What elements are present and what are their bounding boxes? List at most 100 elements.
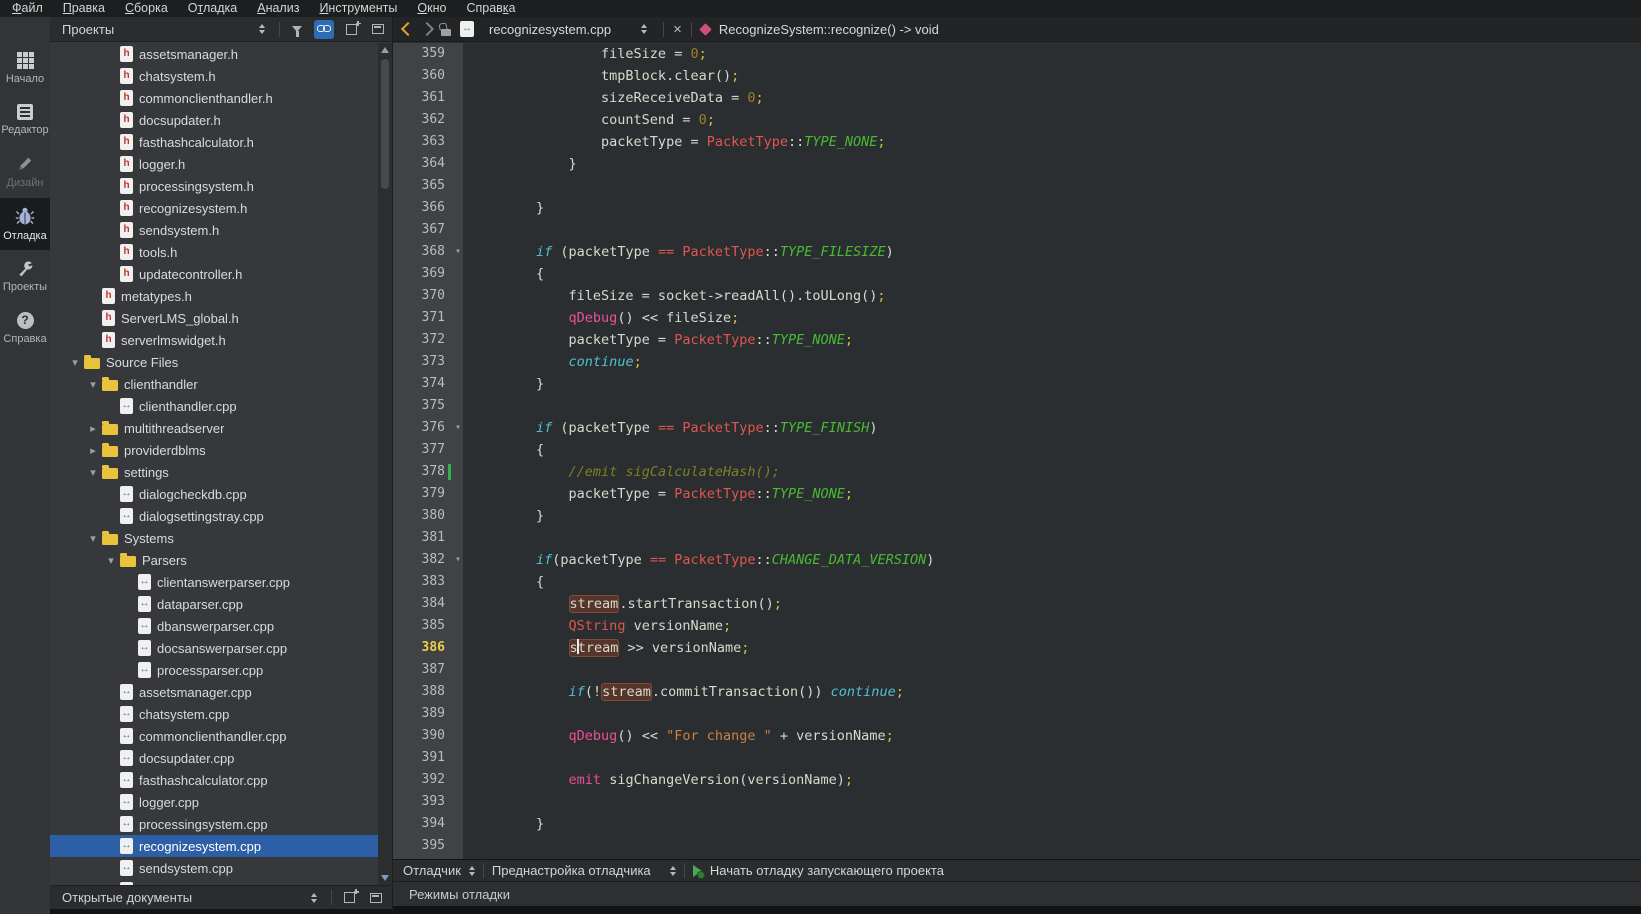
code-line[interactable]: 370 fileSize = socket->readAll().toULong…	[393, 285, 1641, 307]
tree-item[interactable]: hchatsystem.h	[50, 65, 378, 87]
line-number[interactable]: 381	[393, 527, 463, 549]
tree-item[interactable]: hcommonclienthandler.h	[50, 87, 378, 109]
line-number[interactable]: 368▾	[393, 241, 463, 263]
code-line[interactable]: 364 }	[393, 153, 1641, 175]
code-line[interactable]: 362 countSend = 0;	[393, 109, 1641, 131]
code-line[interactable]: 373 continue;	[393, 351, 1641, 373]
line-number[interactable]: 372	[393, 329, 463, 351]
code-line[interactable]: 383 {	[393, 571, 1641, 593]
tree-item[interactable]: ↔processparser.cpp	[50, 659, 378, 681]
line-number[interactable]: 386	[393, 637, 463, 659]
code-line[interactable]: 366 }	[393, 197, 1641, 219]
project-panel-title[interactable]: Проекты	[62, 22, 245, 37]
tree-scrollbar[interactable]	[378, 43, 392, 885]
menu-item[interactable]: Правка	[53, 0, 115, 17]
mode-edit[interactable]: Редактор	[0, 94, 50, 146]
navigate-back-icon[interactable]	[401, 22, 415, 36]
line-number[interactable]: 390	[393, 725, 463, 747]
start-debugging-label[interactable]: Начать отладку запускающего проекта	[710, 863, 944, 878]
line-number[interactable]: 370	[393, 285, 463, 307]
line-number[interactable]: 371	[393, 307, 463, 329]
tree-item[interactable]: ↔dialogsettingstray.cpp	[50, 505, 378, 527]
tree-item[interactable]: ▸providerdblms	[50, 439, 378, 461]
code-line[interactable]: 394 }	[393, 813, 1641, 835]
tree-item[interactable]: ↔dataparser.cpp	[50, 593, 378, 615]
line-number[interactable]: 361	[393, 87, 463, 109]
updown-arrows-icon[interactable]	[469, 866, 475, 876]
tree-expand-arrow[interactable]: ▸	[84, 422, 102, 435]
line-number[interactable]: 374	[393, 373, 463, 395]
line-number[interactable]: 366	[393, 197, 463, 219]
unlocked-icon[interactable]	[441, 29, 451, 36]
sync-with-editor-button[interactable]	[314, 20, 334, 39]
code-line[interactable]: 393	[393, 791, 1641, 813]
close-document-icon[interactable]: ×	[673, 22, 682, 37]
tree-item[interactable]: ▾clienthandler	[50, 373, 378, 395]
code-line[interactable]: 387	[393, 659, 1641, 681]
tree-item[interactable]: hupdatecontroller.h	[50, 263, 378, 285]
open-documents-title[interactable]: Открытые документы	[62, 890, 297, 905]
debug-modes-label[interactable]: Режимы отладки	[409, 887, 510, 902]
tree-item[interactable]: ↔logger.cpp	[50, 791, 378, 813]
line-number[interactable]: 389	[393, 703, 463, 725]
line-number[interactable]: 378	[393, 461, 463, 483]
fold-marker[interactable]: ▾	[455, 549, 461, 571]
scrollbar-handle[interactable]	[381, 59, 389, 189]
line-number[interactable]: 380	[393, 505, 463, 527]
menu-item[interactable]: Окно	[407, 0, 456, 17]
line-number[interactable]: 367	[393, 219, 463, 241]
menu-item[interactable]: Отладка	[178, 0, 247, 17]
code-line[interactable]: 360 tmpBlock.clear();	[393, 65, 1641, 87]
tree-expand-arrow[interactable]: ▾	[84, 378, 102, 391]
line-number[interactable]: 360	[393, 65, 463, 87]
tree-item[interactable]: ↔clientanswerparser.cpp	[50, 571, 378, 593]
line-number[interactable]: 395	[393, 835, 463, 857]
tree-item[interactable]: ↔dialogcheckdb.cpp	[50, 483, 378, 505]
filter-button[interactable]	[287, 20, 307, 39]
tree-item[interactable]: hServerLMS_global.h	[50, 307, 378, 329]
line-number[interactable]: 383	[393, 571, 463, 593]
code-line[interactable]: 385 QString versionName;	[393, 615, 1641, 637]
code-line[interactable]: 369 {	[393, 263, 1641, 285]
scroll-up-icon[interactable]	[381, 47, 389, 53]
tree-item[interactable]: ↔docsupdater.cpp	[50, 747, 378, 769]
menu-item[interactable]: Сборка	[115, 0, 178, 17]
code-line[interactable]: 367	[393, 219, 1641, 241]
tree-expand-arrow[interactable]: ▾	[84, 532, 102, 545]
tree-item[interactable]: ↔commonclienthandler.cpp	[50, 725, 378, 747]
tree-item[interactable]: hmetatypes.h	[50, 285, 378, 307]
menu-item[interactable]: Инструменты	[309, 0, 407, 17]
scroll-down-icon[interactable]	[381, 875, 389, 881]
code-line[interactable]: 372 packetType = PacketType::TYPE_NONE;	[393, 329, 1641, 351]
menu-item[interactable]: Анализ	[247, 0, 309, 17]
line-number[interactable]: 375	[393, 395, 463, 417]
code-line[interactable]: 374 }	[393, 373, 1641, 395]
line-number[interactable]: 369	[393, 263, 463, 285]
code-line[interactable]: 390 qDebug() << "For change " + versionN…	[393, 725, 1641, 747]
open-file-name[interactable]: recognizesystem.cpp	[489, 22, 611, 37]
code-line[interactable]: 359 fileSize = 0;	[393, 43, 1641, 65]
tree-item[interactable]: ↔chatsystem.cpp	[50, 703, 378, 725]
line-number[interactable]: 384	[393, 593, 463, 615]
tree-item[interactable]: hrecognizesystem.h	[50, 197, 378, 219]
line-number[interactable]: 377	[393, 439, 463, 461]
line-number[interactable]: 373	[393, 351, 463, 373]
docs-split-button[interactable]	[339, 888, 359, 907]
tree-item[interactable]: hlogger.h	[50, 153, 378, 175]
tree-item[interactable]: htools.h	[50, 241, 378, 263]
line-number[interactable]: 379	[393, 483, 463, 505]
tree-item[interactable]: hassetsmanager.h	[50, 43, 378, 65]
code-line[interactable]: 361 sizeReceiveData = 0;	[393, 87, 1641, 109]
line-number[interactable]: 359	[393, 43, 463, 65]
tree-item[interactable]: ↔processingsystem.cpp	[50, 813, 378, 835]
code-line[interactable]: 391	[393, 747, 1641, 769]
code-line[interactable]: 365	[393, 175, 1641, 197]
tree-item[interactable]: ▸multithreadserver	[50, 417, 378, 439]
updown-arrows-icon[interactable]	[670, 866, 676, 876]
mode-welcome[interactable]: Начало	[0, 42, 50, 94]
tree-expand-arrow[interactable]: ▸	[84, 444, 102, 457]
split-panel-button[interactable]	[341, 20, 361, 39]
code-line[interactable]: 381	[393, 527, 1641, 549]
code-line[interactable]: 388 if(!stream.commitTransaction()) cont…	[393, 681, 1641, 703]
fold-marker[interactable]: ▾	[455, 241, 461, 263]
